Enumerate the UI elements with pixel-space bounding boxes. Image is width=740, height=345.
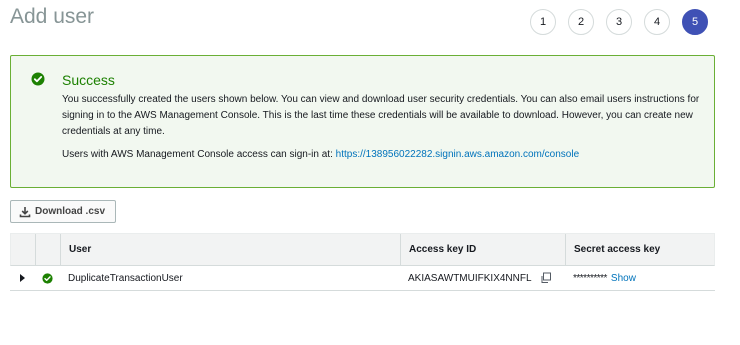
table-row: DuplicateTransactionUser AKIASAWTMUIFKIX… (10, 266, 715, 291)
success-check-icon (42, 272, 53, 284)
signin-info: Users with AWS Management Console access… (62, 149, 579, 160)
status-cell (35, 266, 60, 290)
secret-key-masked: ********** (573, 272, 607, 284)
alert-title: Success (62, 72, 115, 88)
signin-url-link[interactable]: https://138956022282.signin.aws.amazon.c… (336, 149, 580, 160)
step-3[interactable]: 3 (606, 9, 632, 35)
success-alert: Success You successfully created the use… (10, 55, 715, 188)
user-name: DuplicateTransactionUser (68, 272, 183, 284)
alert-message: You successfully created the users shown… (62, 94, 700, 137)
expand-caret-icon[interactable] (20, 274, 25, 282)
table-header: User Access key ID Secret access key (10, 233, 715, 266)
check-circle-icon (31, 72, 45, 86)
download-csv-button[interactable]: Download .csv (10, 200, 117, 223)
download-csv-label: Download .csv (35, 206, 106, 217)
signin-prefix: Users with AWS Management Console access… (62, 149, 336, 160)
download-icon (19, 206, 31, 217)
header-user[interactable]: User (61, 234, 401, 265)
step-4[interactable]: 4 (644, 9, 670, 35)
access-key-cell: AKIASAWTMUIFKIX4NNFL (400, 266, 565, 290)
users-table: User Access key ID Secret access key Dup… (10, 233, 715, 291)
access-key-id: AKIASAWTMUIFKIX4NNFL (408, 272, 532, 284)
expand-cell (10, 266, 35, 290)
copy-icon[interactable] (540, 272, 552, 284)
step-1[interactable]: 1 (530, 9, 556, 35)
step-2[interactable]: 2 (568, 9, 594, 35)
secret-key-cell: ********** Show (565, 266, 715, 290)
header-secret-key[interactable]: Secret access key (566, 234, 714, 265)
show-secret-link[interactable]: Show (611, 273, 636, 284)
header-status (36, 234, 61, 265)
page-title: Add user (10, 5, 95, 28)
header-expand (11, 234, 36, 265)
step-5-current[interactable]: 5 (682, 9, 708, 35)
header-access-key[interactable]: Access key ID (401, 234, 566, 265)
wizard-steps: 1 2 3 4 5 (530, 9, 708, 35)
